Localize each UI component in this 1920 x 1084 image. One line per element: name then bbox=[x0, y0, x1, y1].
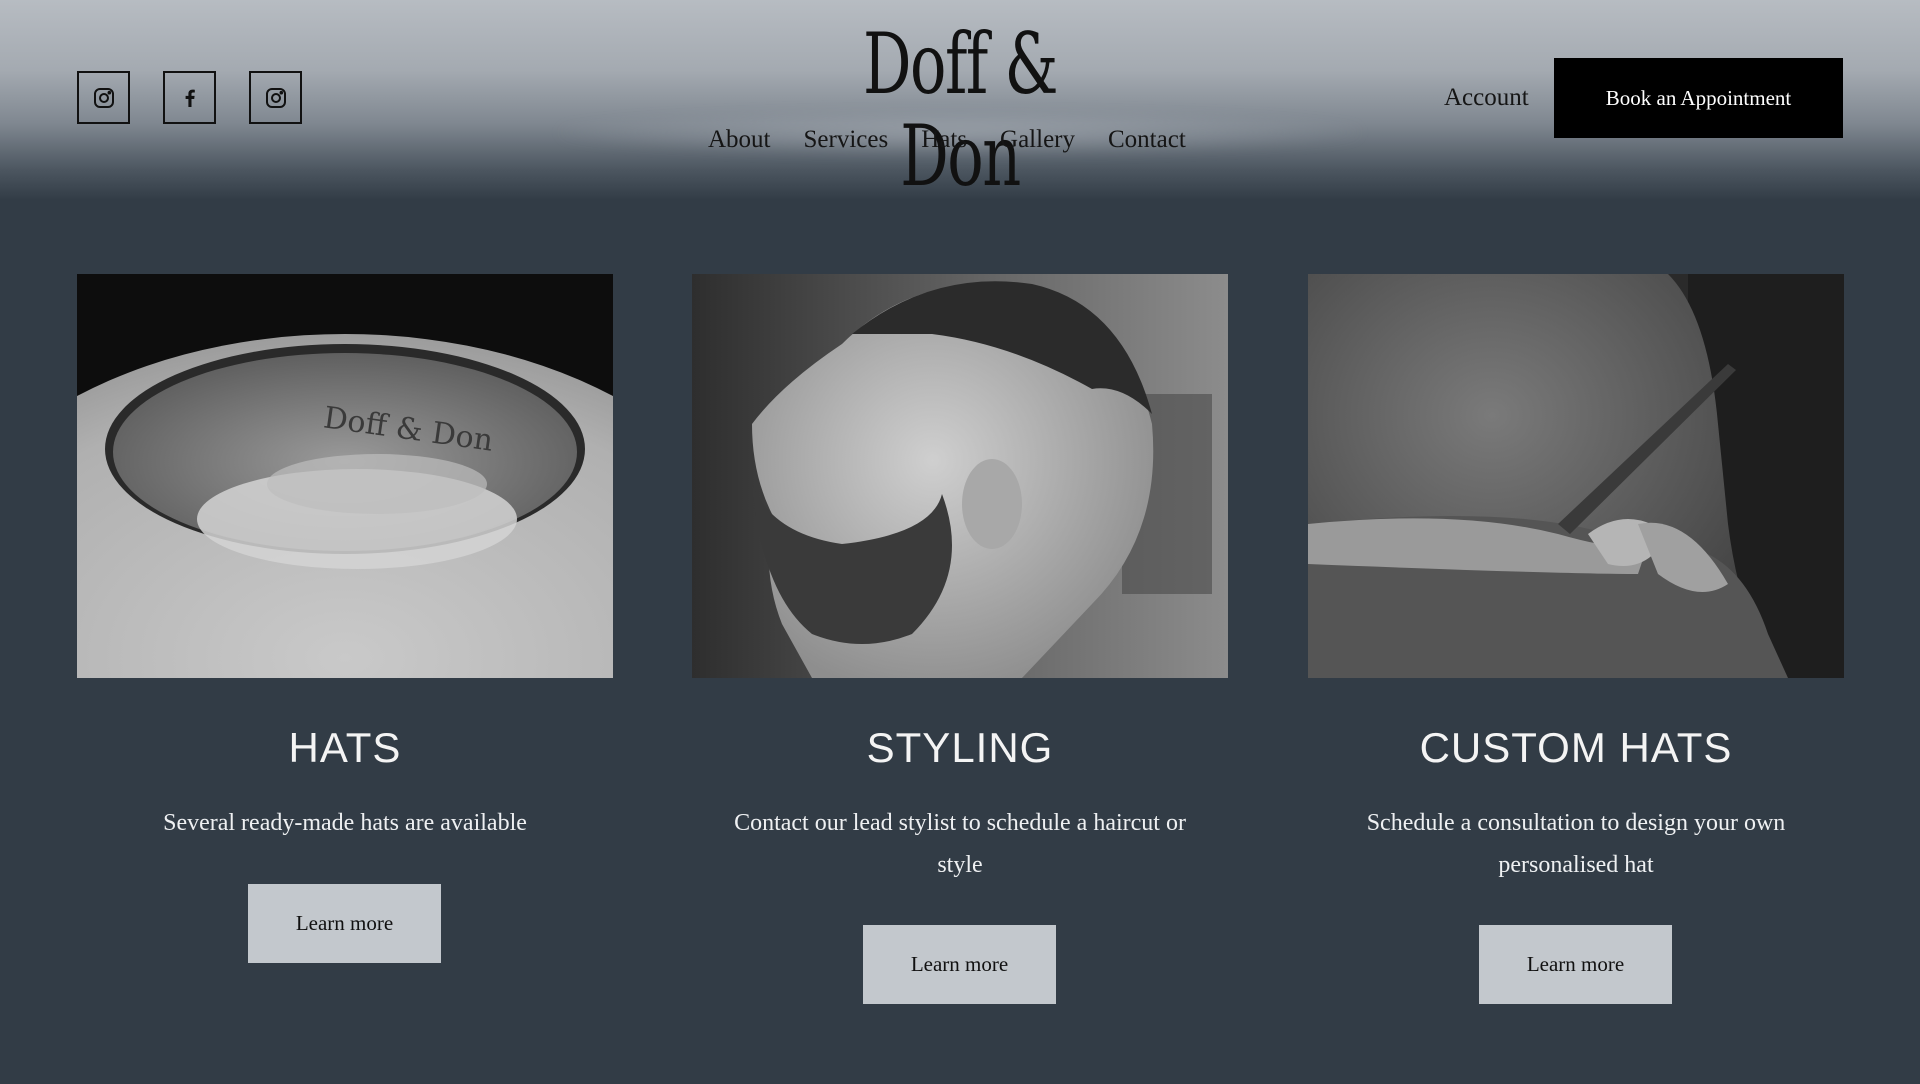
service-card-custom-hats: CUSTOM HATS Schedule a consultation to d… bbox=[1308, 274, 1844, 1004]
nav-hats[interactable]: Hats bbox=[921, 126, 967, 154]
service-card-styling: STYLING Contact our lead stylist to sche… bbox=[692, 274, 1228, 1004]
card-description: Contact our lead stylist to schedule a h… bbox=[734, 810, 1186, 878]
instagram-icon bbox=[93, 87, 114, 108]
instagram-link-2[interactable] bbox=[249, 71, 302, 124]
nav-contact[interactable]: Contact bbox=[1108, 126, 1186, 154]
hat-interior-photo: Doff & Don bbox=[77, 274, 613, 678]
learn-more-button[interactable]: Learn more bbox=[248, 884, 441, 963]
card-title: CUSTOM HATS bbox=[1419, 724, 1733, 771]
card-description: Schedule a consultation to design your o… bbox=[1366, 810, 1786, 878]
card-title: HATS bbox=[288, 724, 402, 771]
custom-hat-feather-photo bbox=[1308, 274, 1844, 678]
bearded-man-profile-photo bbox=[692, 274, 1228, 678]
service-card-hats: Doff & Don HATS Several ready-made hats … bbox=[77, 274, 613, 963]
learn-more-button[interactable]: Learn more bbox=[1479, 925, 1672, 1004]
instagram-link[interactable] bbox=[77, 71, 130, 124]
main-nav: About Services Hats Gallery Contact bbox=[708, 126, 1219, 154]
nav-about[interactable]: About bbox=[708, 126, 771, 154]
instagram-icon bbox=[265, 87, 286, 108]
facebook-link[interactable] bbox=[163, 71, 216, 124]
book-appointment-button[interactable]: Book an Appointment bbox=[1554, 58, 1843, 138]
card-description: Several ready-made hats are available bbox=[163, 810, 527, 836]
nav-gallery[interactable]: Gallery bbox=[1000, 126, 1075, 154]
learn-more-button[interactable]: Learn more bbox=[863, 925, 1056, 1004]
site-logo[interactable]: Doff & Don bbox=[816, 18, 1104, 203]
account-link[interactable]: Account bbox=[1444, 84, 1529, 112]
card-title: STYLING bbox=[866, 724, 1054, 771]
nav-services[interactable]: Services bbox=[804, 126, 889, 154]
facebook-icon bbox=[185, 89, 195, 107]
